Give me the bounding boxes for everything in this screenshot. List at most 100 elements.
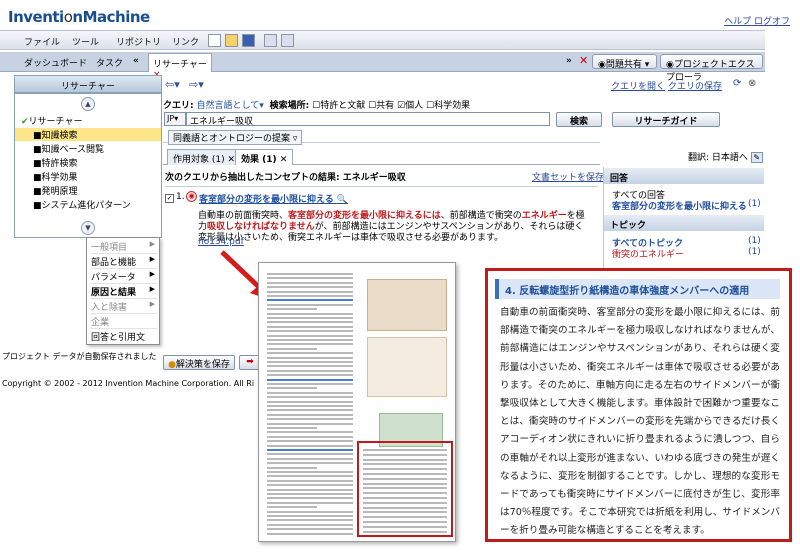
text-line bbox=[267, 281, 353, 284]
option-patents[interactable]: ☐特許と文献 bbox=[312, 101, 365, 111]
text-line bbox=[363, 449, 447, 451]
tab-effects[interactable]: 効果 (1) ✕ bbox=[235, 149, 294, 165]
text-line bbox=[267, 343, 353, 346]
text-line bbox=[267, 449, 353, 451]
answer-item-link[interactable]: 客室部分の変形を最小限に抑える bbox=[612, 199, 747, 212]
text-line bbox=[267, 484, 353, 487]
expand-down-icon[interactable]: ▼ bbox=[81, 221, 95, 235]
tab-task[interactable]: タスク bbox=[96, 56, 123, 69]
text-line bbox=[267, 356, 353, 359]
tree-item-knowledge-search[interactable]: ■知識検索 bbox=[15, 128, 161, 141]
answers-header: 回答 bbox=[604, 168, 764, 184]
menu-link[interactable]: リンク bbox=[172, 35, 199, 48]
project-explorer-button[interactable]: ◉プロジェクトエクスプローラ bbox=[660, 54, 763, 83]
close-icon[interactable]: ✕ bbox=[280, 155, 288, 165]
help-link[interactable]: ヘルプ bbox=[724, 17, 751, 27]
new-doc-icon[interactable] bbox=[208, 34, 221, 47]
context-item-cause-effect[interactable]: 原因と結果 ▶ bbox=[91, 285, 157, 299]
issue-share-button[interactable]: ◉問題共有 ▾ bbox=[592, 54, 657, 70]
query-mode-select[interactable]: 自然言語として▾ bbox=[196, 101, 263, 111]
tab-objects[interactable]: 作用対象 (1) ✕ bbox=[167, 149, 242, 165]
text-line bbox=[267, 277, 353, 280]
context-item-parts[interactable]: 部品と機能 ▶ bbox=[91, 255, 157, 269]
tree-item-invention-principles[interactable]: ■発明原理 bbox=[15, 184, 161, 197]
left-panel-header: リサーチャー bbox=[14, 75, 162, 93]
refresh-icon[interactable]: ⟳ bbox=[733, 78, 741, 89]
text-line bbox=[267, 312, 353, 315]
text-line bbox=[363, 482, 447, 485]
text-line bbox=[267, 330, 353, 333]
open-folder-icon[interactable] bbox=[225, 34, 238, 47]
text-line bbox=[363, 516, 447, 519]
result-title-link[interactable]: 客室部分の変形を最小限に抑える 🔍 bbox=[199, 192, 348, 205]
text-line bbox=[363, 453, 447, 456]
option-science[interactable]: ☐科学効果 bbox=[426, 101, 470, 111]
text-line bbox=[267, 347, 317, 350]
tab-scroll-left-icon[interactable]: « bbox=[133, 56, 139, 66]
copy-icon[interactable] bbox=[264, 34, 277, 47]
tree-root[interactable]: ✔リサーチャー bbox=[15, 114, 161, 127]
text-line bbox=[267, 374, 353, 377]
result-file-link[interactable]: no134.pdf bbox=[198, 237, 244, 247]
back-arrow-icon[interactable]: ⇦▾ bbox=[165, 78, 180, 91]
forward-arrow-icon[interactable]: ⇨▾ bbox=[189, 78, 204, 91]
figure-thumbnail bbox=[367, 337, 447, 397]
save-query-link[interactable]: クエリの保存 bbox=[668, 79, 722, 92]
language-select[interactable]: JP▾ bbox=[164, 112, 186, 126]
text-line bbox=[267, 422, 353, 425]
research-guide-button[interactable]: リサーチガイド bbox=[612, 112, 720, 127]
edit-icon[interactable]: ✎ bbox=[750, 152, 763, 163]
tab-researcher[interactable]: リサーチャー × bbox=[148, 53, 212, 80]
context-item-general[interactable]: 一般項目 ▶ bbox=[91, 240, 157, 254]
text-line bbox=[267, 497, 353, 500]
menu-tools[interactable]: ツール bbox=[72, 35, 99, 48]
results-header: 次のクエリから抽出したコンセプトの結果: エネルギー吸収 bbox=[165, 173, 406, 183]
save-docset-link[interactable]: 文書セットを保存... bbox=[532, 170, 613, 183]
close-icon[interactable]: ✕ bbox=[228, 155, 236, 165]
query-input[interactable]: エネルギー吸収 bbox=[186, 112, 550, 127]
save-icon[interactable] bbox=[242, 34, 255, 47]
text-line bbox=[363, 477, 447, 480]
text-line bbox=[267, 435, 353, 438]
paste-icon[interactable] bbox=[281, 34, 294, 47]
close-icon[interactable]: ⊗ bbox=[748, 78, 756, 89]
context-item-removal[interactable]: 入と除害 ▶ bbox=[91, 300, 157, 314]
text-line bbox=[363, 501, 447, 504]
magnifier-icon[interactable]: 🔍 bbox=[337, 195, 348, 205]
context-item-parameters[interactable]: パラメータ ▶ bbox=[91, 270, 157, 284]
text-line bbox=[267, 471, 353, 473]
text-line bbox=[267, 391, 353, 394]
menu-file[interactable]: ファイル bbox=[24, 35, 60, 48]
topic-item-link[interactable]: 衝突のエネルギー bbox=[612, 247, 684, 260]
collapse-up-icon[interactable]: ▲ bbox=[81, 97, 95, 111]
tree-item-science-effects[interactable]: ■科学効果 bbox=[15, 170, 161, 183]
menu-repository[interactable]: リポジトリ bbox=[116, 35, 161, 48]
tab-scroll-right-icon[interactable]: » bbox=[566, 56, 572, 66]
close-all-icon[interactable]: ✕ bbox=[579, 54, 588, 67]
tree-item-patent-search[interactable]: ■特許検索 bbox=[15, 156, 161, 169]
tree-item-evolution-patterns[interactable]: ■システム進化パターン bbox=[15, 198, 161, 211]
option-personal[interactable]: ☑個人 bbox=[397, 101, 423, 111]
text-line bbox=[267, 387, 317, 390]
logout-link[interactable]: ログオフ bbox=[754, 17, 790, 27]
save-solution-button[interactable]: ●解決策を保存 bbox=[163, 355, 235, 370]
search-button[interactable]: 検索 bbox=[556, 112, 602, 127]
answer-count: (1) bbox=[748, 199, 761, 209]
text-line bbox=[267, 501, 353, 504]
translate-select[interactable]: 翻訳: 日本語へ ✎ bbox=[688, 150, 763, 163]
text-line bbox=[267, 475, 353, 478]
tab-dashboard[interactable]: ダッシュボード bbox=[24, 56, 87, 69]
tree-item-knowledge-base[interactable]: ■知識ベース閲覧 bbox=[15, 142, 161, 155]
option-shared[interactable]: ☐共有 bbox=[368, 101, 394, 111]
topics-header: トピック bbox=[604, 215, 764, 231]
text-line bbox=[267, 339, 353, 341]
text-line bbox=[363, 492, 447, 495]
context-item-citations[interactable]: 回答と引用文 bbox=[91, 330, 157, 344]
open-query-link[interactable]: クエリを開く bbox=[611, 79, 665, 92]
text-line bbox=[267, 383, 353, 385]
text-line bbox=[363, 463, 447, 466]
synonym-bar[interactable]: 同義語とオントロジーの提案 ▿ bbox=[163, 129, 600, 145]
result-checkbox[interactable]: ✓ bbox=[165, 194, 174, 203]
text-line bbox=[267, 273, 353, 275]
context-item-company[interactable]: 企業 bbox=[91, 315, 157, 329]
